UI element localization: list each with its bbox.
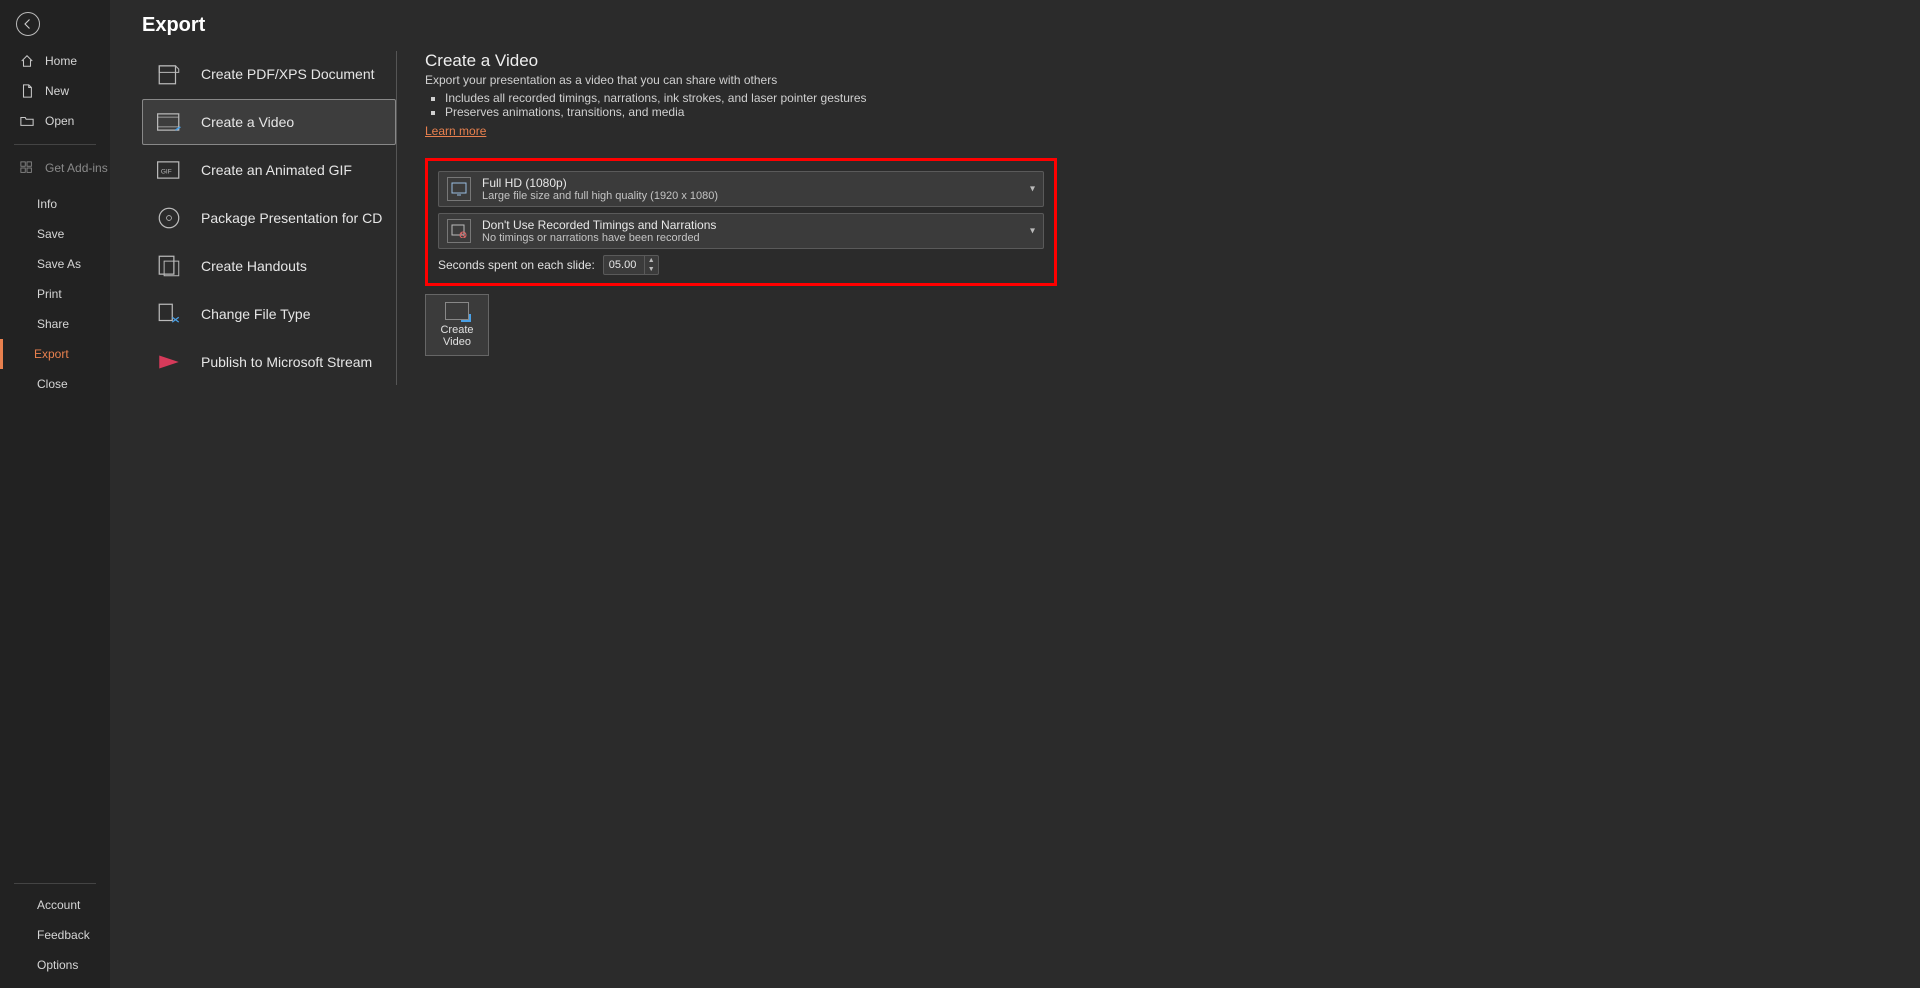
option-label: Create a Video bbox=[201, 114, 294, 130]
nav-label: Close bbox=[37, 377, 68, 391]
learn-more-link[interactable]: Learn more bbox=[425, 124, 486, 138]
seconds-input[interactable] bbox=[604, 259, 644, 271]
nav-get-addins[interactable]: Get Add-ins bbox=[0, 153, 110, 183]
nav-label: New bbox=[45, 84, 69, 98]
file-icon bbox=[19, 84, 35, 98]
feature-item: Includes all recorded timings, narration… bbox=[445, 91, 1880, 105]
nav-options[interactable]: Options bbox=[0, 950, 110, 980]
nav-label: Open bbox=[45, 114, 74, 128]
back-button[interactable] bbox=[16, 12, 40, 36]
option-label: Package Presentation for CD bbox=[201, 210, 382, 226]
page-title: Export bbox=[142, 14, 1920, 37]
option-label: Create an Animated GIF bbox=[201, 162, 352, 178]
svg-text:GIF: GIF bbox=[161, 168, 172, 175]
stream-icon bbox=[155, 348, 183, 376]
section-subtitle: Export your presentation as a video that… bbox=[425, 73, 1880, 87]
folder-open-icon bbox=[19, 114, 35, 128]
nav-new[interactable]: New bbox=[0, 76, 110, 106]
timings-dropdown[interactable]: Don't Use Recorded Timings and Narration… bbox=[438, 213, 1044, 249]
quality-sub: Large file size and full high quality (1… bbox=[482, 190, 718, 202]
nav-label: Account bbox=[37, 898, 80, 912]
addins-icon bbox=[19, 161, 35, 175]
seconds-spinner[interactable]: ▲ ▼ bbox=[603, 255, 659, 275]
option-label: Create Handouts bbox=[201, 258, 307, 274]
main-panel: Export Create PDF/XPS Document Create a … bbox=[110, 0, 1920, 988]
option-publish-stream[interactable]: Publish to Microsoft Stream bbox=[142, 339, 396, 385]
option-label: Change File Type bbox=[201, 306, 310, 322]
detail-panel: Create a Video Export your presentation … bbox=[425, 51, 1920, 385]
option-create-pdf[interactable]: Create PDF/XPS Document bbox=[142, 51, 396, 97]
section-title: Create a Video bbox=[425, 51, 1880, 71]
create-video-icon bbox=[445, 302, 469, 320]
vertical-divider bbox=[396, 51, 397, 385]
home-icon bbox=[19, 54, 35, 68]
option-package-cd[interactable]: Package Presentation for CD bbox=[142, 195, 396, 241]
chevron-down-icon: ▾ bbox=[1030, 184, 1035, 195]
timings-title: Don't Use Recorded Timings and Narration… bbox=[482, 218, 716, 232]
option-create-video[interactable]: Create a Video bbox=[142, 99, 396, 145]
nav-save[interactable]: Save bbox=[0, 219, 110, 249]
nav-label: Get Add-ins bbox=[45, 161, 108, 175]
seconds-row: Seconds spent on each slide: ▲ ▼ bbox=[438, 255, 1044, 275]
create-video-button[interactable]: Create Video bbox=[425, 294, 489, 356]
nav-share[interactable]: Share bbox=[0, 309, 110, 339]
nav-print[interactable]: Print bbox=[0, 279, 110, 309]
nav-home[interactable]: Home bbox=[0, 46, 110, 76]
filetype-icon bbox=[155, 300, 183, 328]
quality-title: Full HD (1080p) bbox=[482, 176, 718, 190]
gif-icon: GIF bbox=[155, 156, 183, 184]
export-options-list: Create PDF/XPS Document Create a Video G… bbox=[142, 51, 396, 385]
option-label: Publish to Microsoft Stream bbox=[201, 354, 372, 370]
option-create-gif[interactable]: GIF Create an Animated GIF bbox=[142, 147, 396, 193]
nav-export[interactable]: Export bbox=[0, 339, 110, 369]
chevron-down-icon: ▾ bbox=[1030, 226, 1035, 237]
timings-icon bbox=[447, 219, 471, 243]
timings-sub: No timings or narrations have been recor… bbox=[482, 232, 716, 244]
nav-separator bbox=[14, 883, 96, 884]
option-label: Create PDF/XPS Document bbox=[201, 66, 375, 82]
nav-separator bbox=[14, 144, 96, 145]
nav-save-as[interactable]: Save As bbox=[0, 249, 110, 279]
nav-label: Print bbox=[37, 287, 62, 301]
quality-dropdown[interactable]: Full HD (1080p) Large file size and full… bbox=[438, 171, 1044, 207]
nav-label: Options bbox=[37, 958, 78, 972]
nav-label: Feedback bbox=[37, 928, 90, 942]
nav-account[interactable]: Account bbox=[0, 890, 110, 920]
nav-close[interactable]: Close bbox=[0, 369, 110, 399]
spin-down[interactable]: ▼ bbox=[645, 265, 658, 274]
nav-label: Share bbox=[37, 317, 69, 331]
arrow-left-icon bbox=[22, 18, 34, 30]
handouts-icon bbox=[155, 252, 183, 280]
nav-label: Export bbox=[34, 347, 69, 361]
spin-up[interactable]: ▲ bbox=[645, 256, 658, 265]
nav-label: Save As bbox=[37, 257, 81, 271]
pdf-icon bbox=[155, 60, 183, 88]
create-video-label-1: Create bbox=[440, 324, 473, 336]
nav-label: Home bbox=[45, 54, 77, 68]
feature-list: Includes all recorded timings, narration… bbox=[445, 91, 1880, 119]
video-settings-highlight: Full HD (1080p) Large file size and full… bbox=[425, 158, 1057, 286]
monitor-icon bbox=[447, 177, 471, 201]
video-icon bbox=[155, 108, 183, 136]
nav-label: Save bbox=[37, 227, 64, 241]
nav-info[interactable]: Info bbox=[0, 189, 110, 219]
create-video-label-2: Video bbox=[443, 336, 471, 348]
feature-item: Preserves animations, transitions, and m… bbox=[445, 105, 1880, 119]
nav-feedback[interactable]: Feedback bbox=[0, 920, 110, 950]
nav-open[interactable]: Open bbox=[0, 106, 110, 136]
nav-label: Info bbox=[37, 197, 57, 211]
left-nav: Home New Open Get Add-ins Info Save Save… bbox=[0, 0, 110, 988]
option-create-handouts[interactable]: Create Handouts bbox=[142, 243, 396, 289]
seconds-label: Seconds spent on each slide: bbox=[438, 258, 595, 272]
option-change-file-type[interactable]: Change File Type bbox=[142, 291, 396, 337]
cd-icon bbox=[155, 204, 183, 232]
